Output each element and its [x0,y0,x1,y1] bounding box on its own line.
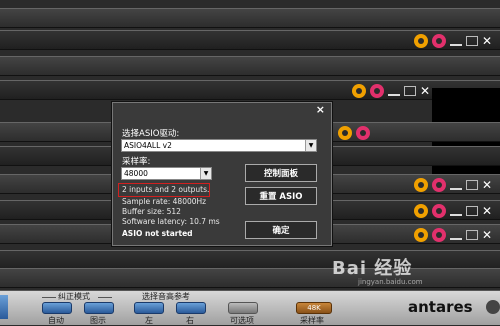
track-strip-10 [0,250,500,270]
close-icon[interactable]: ✕ [482,205,492,217]
sample-rate-info: Sample rate: 48000Hz [122,197,207,206]
plugin-icon[interactable] [338,126,352,140]
graph-label: 图示 [90,316,106,325]
power-icon[interactable] [431,178,446,192]
track-strip-2: ✕ [0,30,500,50]
rate-label: 采样率: [122,157,151,167]
driver-select-value: ASIO4ALL v2 [124,141,172,150]
options-button[interactable] [228,302,258,314]
left-reference-button[interactable] [134,302,164,314]
track-strip-11 [0,268,500,288]
correction-mode-label: 纠正模式 [58,292,90,301]
minimize-icon[interactable] [449,206,462,216]
ok-button[interactable]: 确定 [245,221,317,239]
close-icon[interactable]: ✕ [482,35,492,47]
auto-label: 自动 [48,316,64,325]
baidu-watermark-url: jingyan.baidu.com [358,278,423,286]
chevron-down-icon[interactable]: ▼ [305,140,316,151]
left-edge-button[interactable] [0,295,8,319]
minimize-icon[interactable] [449,230,462,240]
left-label: 左 [145,316,153,325]
maximize-icon[interactable] [465,180,478,190]
power-icon[interactable] [431,228,446,242]
plugin-icon[interactable] [413,228,428,242]
control-panel-button[interactable]: 控制面板 [245,164,317,182]
minimize-icon[interactable] [387,86,400,96]
right-label: 右 [186,316,194,325]
latency-info: Software latency: 10.7 ms [122,217,220,226]
track-strip-3 [0,56,500,76]
rate-select[interactable]: 48000 ▼ [121,167,212,180]
plugin-icon[interactable] [351,84,366,98]
sample-rate-indicator[interactable]: 48K [296,302,332,314]
driver-label: 选择ASIO驱动: [122,129,180,139]
power-icon[interactable] [431,204,446,218]
plugin-icon[interactable] [413,178,428,192]
track-strip-1 [0,8,500,28]
close-icon[interactable]: ✕ [482,179,492,191]
maximize-icon[interactable] [465,206,478,216]
right-reference-button[interactable] [176,302,206,314]
dialog-close-icon[interactable]: × [316,103,325,116]
driver-select[interactable]: ASIO4ALL v2 ▼ [121,139,317,152]
asio-status: ASIO not started [122,229,193,238]
io-info: 2 inputs and 2 outputs. [122,185,210,194]
power-icon[interactable] [356,126,370,140]
power-icon[interactable] [431,34,446,48]
close-icon[interactable]: ✕ [420,85,430,97]
plugin-icon[interactable] [413,204,428,218]
graph-mode-button[interactable] [84,302,114,314]
minimize-icon[interactable] [449,180,462,190]
close-icon[interactable]: ✕ [482,229,492,241]
reset-asio-button[interactable]: 重置 ASIO [245,187,317,205]
antares-logo-icon [486,300,500,314]
antares-logo: antares [408,298,473,316]
chevron-down-icon[interactable]: ▼ [200,168,211,179]
rate-select-value: 48000 [124,169,148,178]
group-divider [42,297,56,298]
power-icon[interactable] [369,84,384,98]
buffer-size-info: Buffer size: 512 [122,207,181,216]
minimize-icon[interactable] [449,36,462,46]
pitch-reference-label: 选择音高参考 [142,292,190,301]
group-divider [98,297,112,298]
sample-rate-button-label: 采样率 [300,316,324,325]
plugin-icon[interactable] [413,34,428,48]
auto-mode-button[interactable] [42,302,72,314]
maximize-icon[interactable] [465,36,478,46]
maximize-icon[interactable] [403,86,416,96]
maximize-icon[interactable] [465,230,478,240]
options-label: 可选项 [230,316,254,325]
baidu-watermark: Bai 经验 [332,258,413,279]
track-strip-4: ✕ [0,80,500,100]
